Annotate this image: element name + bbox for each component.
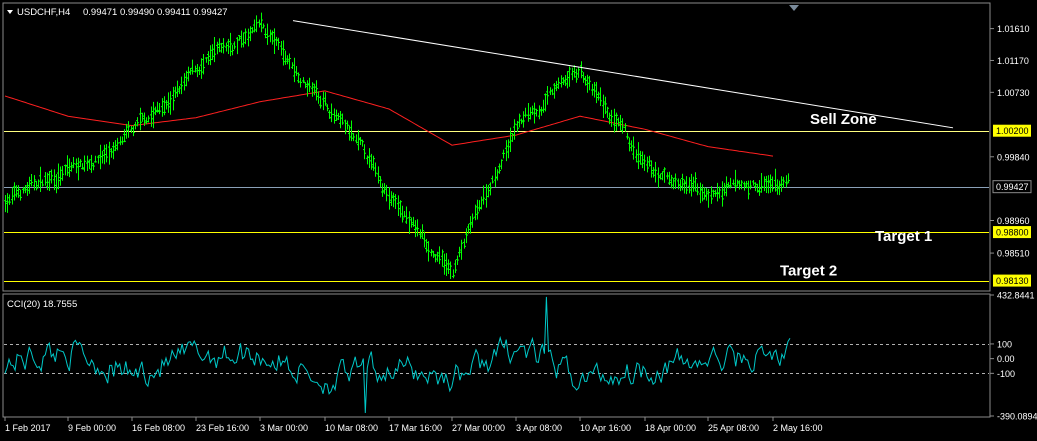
cci-label: CCI(20) 18.7555 [7,299,77,310]
level-price-label: 0.99427 [996,182,1029,192]
x-tick-label: 10 Apr 16:00 [580,423,631,433]
cci-y-tick-label: 432.8441 [997,291,1035,301]
x-tick-label: 16 Feb 08:00 [132,423,185,433]
x-tick-label: 25 Apr 08:00 [708,423,759,433]
symbol-label: USDCHF,H4 [17,7,70,18]
x-tick-label: 27 Mar 00:00 [452,423,505,433]
x-tick-label: 3 Apr 08:00 [516,423,562,433]
cci-y-tick-label: -390.0894 [997,412,1037,422]
x-tick-label: 23 Feb 16:00 [196,423,249,433]
x-tick-label: 18 Apr 00:00 [645,423,696,433]
x-tick-label: 3 Mar 00:00 [260,423,308,433]
y-tick-label: 0.98960 [997,216,1030,226]
annotation-label[interactable]: Sell Zone [810,111,877,128]
chart-svg: USDCHF,H4 0.99471 0.99490 0.99411 0.9942… [0,0,1037,441]
x-tick-label: 1 Feb 2017 [5,423,51,433]
level-price-label: 0.98130 [996,276,1029,286]
y-tick-label: 1.01610 [997,24,1030,34]
y-tick-label: 0.98510 [997,249,1030,259]
cci-y-tick-label: 0.00 [997,354,1015,364]
ohlc-label: 0.99471 0.99490 0.99411 0.99427 [83,7,228,18]
y-tick-label: 1.01170 [997,56,1029,66]
y-tick-label: 0.99840 [997,152,1030,162]
level-price-label: 0.98800 [996,228,1029,238]
cci-y-tick-label: -100 [997,369,1015,379]
y-tick-label: 1.00730 [997,88,1030,98]
x-tick-label: 17 Mar 16:00 [389,423,442,433]
annotation-label[interactable]: Target 2 [780,263,837,280]
x-tick-label: 9 Feb 00:00 [68,423,116,433]
x-tick-label: 2 May 16:00 [773,423,823,433]
cci-y-tick-label: 100 [997,339,1012,349]
level-price-label: 1.00200 [996,126,1029,136]
x-tick-label: 10 Mar 08:00 [325,423,378,433]
annotation-label[interactable]: Target 1 [875,228,932,245]
